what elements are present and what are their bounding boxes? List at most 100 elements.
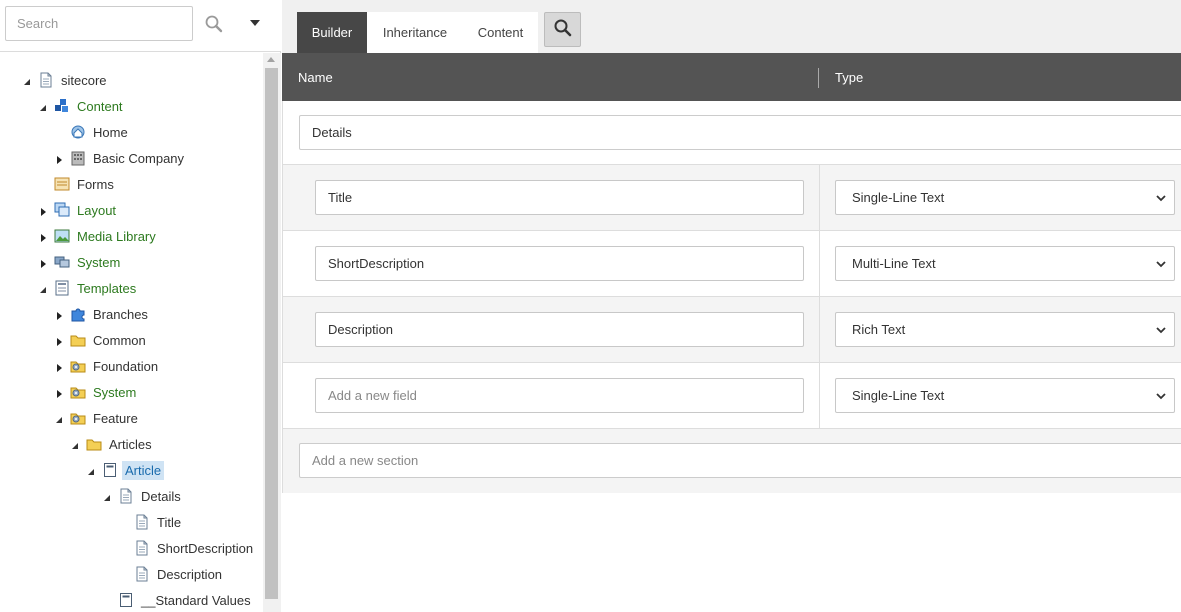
tab-inheritance[interactable]: Inheritance bbox=[367, 12, 463, 53]
expand-arrow-icon[interactable] bbox=[54, 413, 64, 423]
search-bar bbox=[0, 0, 281, 52]
tree-node[interactable]: Branches bbox=[70, 303, 151, 325]
tree-node[interactable]: Forms bbox=[54, 173, 117, 195]
content-tree: sitecore Content Home Basic Company Forms Lay… bbox=[0, 53, 262, 612]
expand-arrow-icon[interactable] bbox=[102, 491, 112, 501]
field-type-value: Rich Text bbox=[852, 322, 906, 337]
tree-node[interactable]: Details bbox=[118, 485, 184, 507]
chevron-down-icon bbox=[1156, 261, 1166, 268]
folder-gear-icon bbox=[70, 384, 86, 400]
field-type-select[interactable]: Single-Line Text bbox=[835, 180, 1175, 215]
computers-icon bbox=[54, 254, 70, 270]
tree-node[interactable]: Basic Company bbox=[70, 147, 187, 169]
tree-node[interactable]: Templates bbox=[54, 277, 139, 299]
tree-node[interactable]: Foundation bbox=[70, 355, 161, 377]
search-button[interactable] bbox=[544, 12, 581, 47]
tree-node-label: Feature bbox=[93, 410, 138, 426]
layout-windows-icon bbox=[54, 202, 70, 218]
tree-node[interactable]: Feature bbox=[70, 407, 141, 429]
document-icon bbox=[134, 540, 150, 556]
document-icon bbox=[118, 488, 134, 504]
scroll-up-arrow-icon[interactable] bbox=[267, 57, 275, 62]
field-type-select[interactable]: Rich Text bbox=[835, 312, 1175, 347]
folder-gear-icon bbox=[70, 410, 86, 426]
collapse-arrow-icon[interactable] bbox=[54, 335, 64, 346]
tree-node[interactable]: Articles bbox=[86, 433, 155, 455]
tree-node[interactable]: Layout bbox=[54, 199, 119, 221]
tree-node-label: Templates bbox=[77, 280, 137, 296]
folder-icon bbox=[70, 332, 86, 348]
tree-node[interactable]: Article bbox=[102, 459, 165, 481]
tree-node[interactable]: ShortDescription bbox=[134, 537, 256, 559]
collapse-arrow-icon[interactable] bbox=[38, 205, 48, 216]
tree-node[interactable]: Home bbox=[70, 121, 131, 143]
expand-arrow-icon[interactable] bbox=[38, 101, 48, 111]
field-type-select[interactable]: Multi-Line Text bbox=[835, 246, 1175, 281]
tree-node-label: Content bbox=[77, 98, 123, 114]
tree-node-label: Article bbox=[122, 460, 165, 480]
collapse-arrow-icon[interactable] bbox=[54, 153, 64, 164]
tree-node[interactable]: System bbox=[54, 251, 123, 273]
chevron-down-icon bbox=[1156, 327, 1166, 334]
document-icon bbox=[134, 566, 150, 582]
field-type-select[interactable]: Single-Line Text bbox=[835, 378, 1175, 413]
column-header-type: Type bbox=[835, 70, 864, 85]
tree-scrollbar[interactable] bbox=[263, 53, 281, 612]
field-row: Rich Text bbox=[283, 297, 1181, 363]
tree-node[interactable]: Media Library bbox=[54, 225, 159, 247]
editor-tabs: Builder Inheritance Content bbox=[282, 0, 1181, 53]
new-field-input[interactable] bbox=[315, 378, 804, 413]
chevron-down-icon bbox=[1156, 393, 1166, 400]
folder-gear-icon bbox=[70, 358, 86, 374]
dropdown-caret-icon[interactable] bbox=[246, 16, 264, 30]
new-section-input[interactable] bbox=[299, 443, 1181, 478]
tree-node-label: Media Library bbox=[77, 228, 156, 244]
expand-arrow-icon[interactable] bbox=[86, 465, 96, 475]
tab-content[interactable]: Content bbox=[463, 12, 538, 53]
field-row: Single-Line Text bbox=[283, 165, 1181, 231]
tab-builder[interactable]: Builder bbox=[297, 12, 367, 53]
field-name-input[interactable] bbox=[315, 180, 804, 215]
tree-node-label: Title bbox=[157, 514, 182, 530]
tree-node-label: Common bbox=[93, 332, 146, 348]
tree-node-label: sitecore bbox=[61, 72, 107, 88]
tree-node[interactable]: Common bbox=[70, 329, 149, 351]
field-type-value: Multi-Line Text bbox=[852, 256, 936, 271]
collapse-arrow-icon[interactable] bbox=[54, 361, 64, 372]
template-icon bbox=[102, 462, 118, 478]
expand-arrow-icon[interactable] bbox=[38, 283, 48, 293]
template-icon bbox=[118, 592, 134, 608]
section-name-input[interactable] bbox=[299, 115, 1181, 150]
tree-node[interactable]: Description bbox=[134, 563, 225, 585]
tree-node-label: Basic Company bbox=[93, 150, 185, 166]
fields-table-body: Single-Line Text Multi-Line Text Rich Te… bbox=[282, 101, 1181, 493]
field-name-input[interactable] bbox=[315, 312, 804, 347]
collapse-arrow-icon[interactable] bbox=[38, 231, 48, 242]
collapse-arrow-icon[interactable] bbox=[54, 387, 64, 398]
content-tree-pane: sitecore Content Home Basic Company Forms Lay… bbox=[0, 0, 281, 612]
tree-node-label: Layout bbox=[77, 202, 117, 218]
search-icon bbox=[553, 18, 573, 41]
expand-arrow-icon[interactable] bbox=[70, 439, 80, 449]
collapse-arrow-icon[interactable] bbox=[38, 257, 48, 268]
templates-icon bbox=[54, 280, 70, 296]
tree-node[interactable]: __Standard Values bbox=[118, 589, 254, 611]
tree-node-label: Foundation bbox=[93, 358, 159, 374]
tree-node-label: ShortDescription bbox=[157, 540, 254, 556]
tree-node[interactable]: Title bbox=[134, 511, 184, 533]
collapse-arrow-icon[interactable] bbox=[54, 309, 64, 320]
expand-arrow-icon[interactable] bbox=[22, 75, 32, 85]
row-divider bbox=[819, 165, 820, 231]
search-icon[interactable] bbox=[203, 13, 225, 35]
scroll-thumb[interactable] bbox=[265, 68, 278, 599]
tree-node-label: System bbox=[93, 384, 137, 400]
search-input[interactable] bbox=[5, 6, 193, 41]
tree-node[interactable]: sitecore bbox=[38, 69, 110, 91]
tree-node[interactable]: Content bbox=[54, 95, 126, 117]
field-row: Multi-Line Text bbox=[283, 231, 1181, 297]
fields-table-header: Name Type bbox=[282, 53, 1181, 101]
column-divider bbox=[818, 68, 819, 88]
tree-node[interactable]: System bbox=[70, 381, 139, 403]
tree-node-label: Forms bbox=[77, 176, 114, 192]
field-name-input[interactable] bbox=[315, 246, 804, 281]
